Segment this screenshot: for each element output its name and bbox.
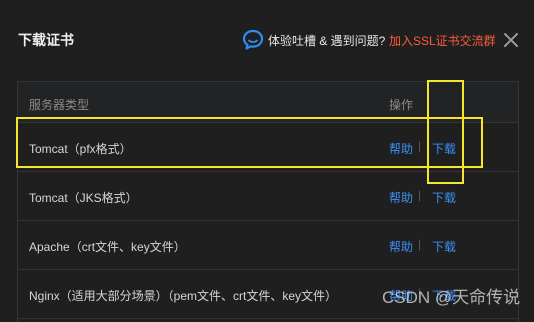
help-link[interactable]: 帮助 [389,189,413,206]
chat-bubble-icon[interactable] [242,29,264,51]
highlight-box-row [16,117,483,168]
header-server-type: 服务器类型 [29,98,90,112]
server-type-name: Apache（crt文件、key文件） [29,240,186,254]
table-row: Apache（crt文件、key文件） 帮助 | 下载 [18,221,518,270]
server-type-name: Tomcat（JKS格式） [29,191,138,205]
feedback-prompt: 体验吐槽 & 遇到问题? [268,34,386,48]
header-operation: 操作 [389,98,414,112]
highlight-box-column [427,80,464,184]
separator: | [418,188,422,202]
help-link[interactable]: 帮助 [389,238,413,255]
download-link[interactable]: 下载 [432,238,456,255]
close-icon[interactable] [503,32,519,48]
download-certificate-dialog: 下载证书 体验吐槽 & 遇到问题? 加入SSL证书交流群 服务器类型 操作 To… [0,0,534,322]
separator: | [418,237,422,251]
watermark: CSDN @天命传说 [382,288,521,307]
dialog-title: 下载证书 [18,32,74,48]
download-link[interactable]: 下载 [432,189,456,206]
join-ssl-group-link[interactable]: 加入SSL证书交流群 [389,32,496,49]
server-type-name: Nginx（适用大部分场景）（pem文件、crt文件、key文件） [29,289,338,303]
